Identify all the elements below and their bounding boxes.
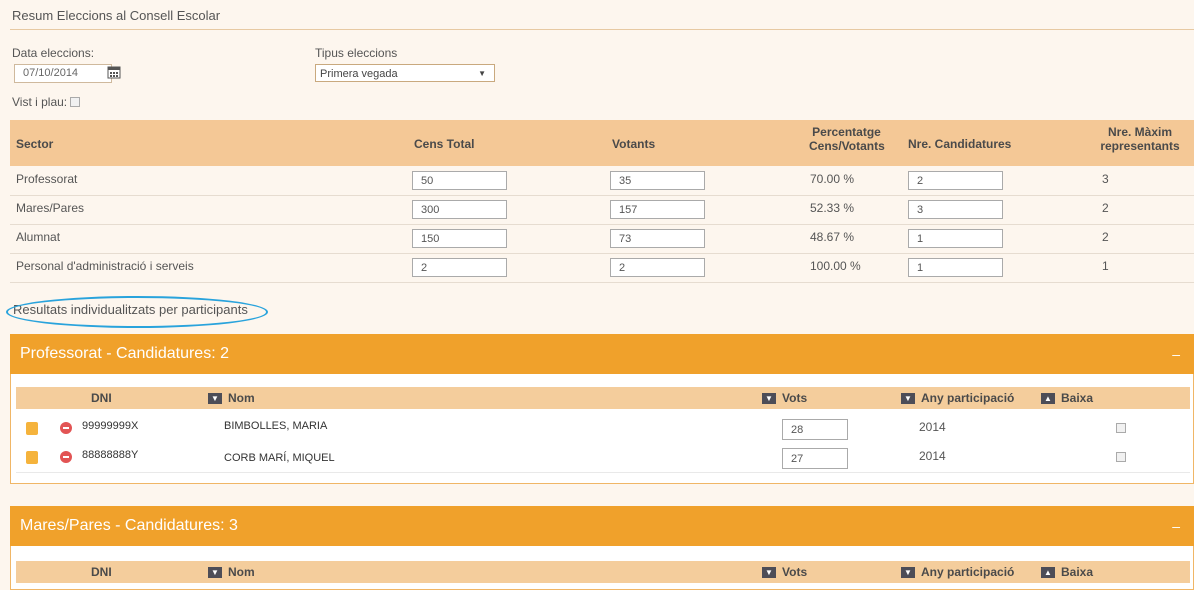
col-dni[interactable]: DNI	[91, 391, 112, 405]
percentage-value: 48.67 %	[810, 230, 855, 244]
cens-input[interactable]: 2	[412, 258, 507, 277]
max-representants-value: 2	[1102, 201, 1109, 215]
col-candidatures: Nre. Candidatures	[908, 137, 1012, 151]
minimize-icon[interactable]: –	[1172, 334, 1180, 374]
sort-down-icon: ▼	[901, 393, 915, 405]
sort-down-icon: ▼	[762, 567, 776, 579]
col-sector: Sector	[16, 137, 54, 151]
any-value: 2014	[919, 449, 946, 463]
votants-input[interactable]: 2	[610, 258, 705, 277]
candidatures-input[interactable]: 1	[908, 258, 1003, 277]
summary-row: Personal d'administració i serveis 2 2 1…	[10, 253, 1194, 283]
summary-row: Professorat 50 35 70.00 % 2 3	[10, 166, 1194, 196]
summary-row: Alumnat 150 73 48.67 % 1 2	[10, 224, 1194, 254]
max-representants-value: 3	[1102, 172, 1109, 186]
col-vots[interactable]: ▼ Vots	[762, 391, 807, 405]
percentage-value: 70.00 %	[810, 172, 855, 186]
votants-input[interactable]: 157	[610, 200, 705, 219]
candidatures-input[interactable]: 2	[908, 171, 1003, 190]
vots-input[interactable]: 27	[782, 448, 848, 469]
minimize-icon[interactable]: –	[1172, 506, 1180, 546]
sector-name: Personal d'administració i serveis	[16, 259, 194, 273]
panel-header-mares-pares[interactable]: Mares/Pares - Candidatures: 3 –	[10, 506, 1194, 546]
cens-input[interactable]: 50	[412, 171, 507, 190]
dni-value: 99999999X	[82, 420, 139, 432]
col-nom[interactable]: ▼ Nom	[208, 565, 255, 579]
highlight-ellipse	[6, 296, 268, 328]
max-representants-value: 1	[1102, 259, 1109, 273]
col-baixa[interactable]: ▲ Baixa	[1041, 391, 1093, 405]
date-label: Data eleccions:	[12, 46, 95, 60]
vots-input[interactable]: 28	[782, 419, 848, 440]
date-input[interactable]: 07/10/2014	[14, 64, 112, 83]
votants-input[interactable]: 73	[610, 229, 705, 248]
summary-row: Mares/Pares 300 157 52.33 % 3 2	[10, 195, 1194, 225]
candidatures-input[interactable]: 1	[908, 229, 1003, 248]
panel-title: Mares/Pares - Candidatures: 3	[20, 517, 238, 534]
sort-down-icon: ▼	[208, 393, 222, 405]
page-title: Resum Eleccions al Consell Escolar	[12, 8, 221, 23]
edit-icon[interactable]	[26, 422, 38, 435]
baixa-checkbox[interactable]	[1116, 423, 1126, 433]
approve-label: Vist i plau:	[12, 95, 68, 109]
calendar-icon[interactable]	[107, 65, 121, 79]
percentage-value: 52.33 %	[810, 201, 855, 215]
col-cens: Cens Total	[414, 137, 475, 151]
election-type-value: Primera vegada	[320, 68, 398, 80]
baixa-checkbox[interactable]	[1116, 452, 1126, 462]
col-nom[interactable]: ▼ Nom	[208, 391, 255, 405]
dni-value: 88888888Y	[82, 449, 139, 461]
sort-down-icon: ▼	[901, 567, 915, 579]
col-any[interactable]: ▼ Any participació	[901, 391, 1014, 405]
any-value: 2014	[919, 420, 946, 434]
title-divider	[10, 29, 1194, 30]
nom-value: BIMBOLLES, MARIA	[224, 420, 328, 432]
sort-down-icon: ▼	[208, 567, 222, 579]
chevron-down-icon: ▼	[478, 69, 486, 78]
delete-icon[interactable]	[60, 451, 72, 463]
col-max-representants: Nre. Màxim representants	[1100, 125, 1180, 153]
panel-header-professorat[interactable]: Professorat - Candidatures: 2 –	[10, 334, 1194, 374]
cens-input[interactable]: 300	[412, 200, 507, 219]
type-label: Tipus eleccions	[315, 46, 398, 60]
sort-up-icon: ▲	[1041, 393, 1055, 405]
col-votants: Votants	[612, 137, 656, 151]
votants-input[interactable]: 35	[610, 171, 705, 190]
sort-down-icon: ▼	[762, 393, 776, 405]
sector-name: Mares/Pares	[16, 201, 85, 215]
panel-title: Professorat - Candidatures: 2	[20, 345, 229, 362]
approve-checkbox[interactable]	[70, 97, 80, 107]
nom-value: CORB MARÍ, MIQUEL	[224, 452, 335, 464]
max-representants-value: 2	[1102, 230, 1109, 244]
edit-icon[interactable]	[26, 451, 38, 464]
col-vots[interactable]: ▼ Vots	[762, 565, 807, 579]
summary-table-header: Sector Cens Total Votants Percentatge Cen…	[10, 120, 1194, 166]
table-row: 88888888Y CORB MARÍ, MIQUEL 27 2014	[16, 443, 1190, 473]
candidates-table-header: DNI ▼ Nom ▼ Vots ▼ Any participació ▲ Baixa	[16, 561, 1190, 583]
sector-name: Alumnat	[16, 230, 61, 244]
candidates-table-header: DNI ▼ Nom ▼ Vots ▼ Any participació ▲ Baixa	[16, 387, 1190, 409]
col-percentatge: Percentatge Cens/Votants	[809, 125, 885, 153]
col-dni[interactable]: DNI	[91, 565, 112, 579]
col-any[interactable]: ▼ Any participació	[901, 565, 1014, 579]
candidatures-input[interactable]: 3	[908, 200, 1003, 219]
delete-icon[interactable]	[60, 422, 72, 434]
sector-name: Professorat	[16, 172, 78, 186]
col-baixa[interactable]: ▲ Baixa	[1041, 565, 1093, 579]
sort-up-icon: ▲	[1041, 567, 1055, 579]
election-type-select[interactable]: Primera vegada ▼	[315, 64, 495, 82]
cens-input[interactable]: 150	[412, 229, 507, 248]
percentage-value: 100.00 %	[810, 259, 861, 273]
table-row: 99999999X BIMBOLLES, MARIA 28 2014	[16, 414, 1190, 444]
